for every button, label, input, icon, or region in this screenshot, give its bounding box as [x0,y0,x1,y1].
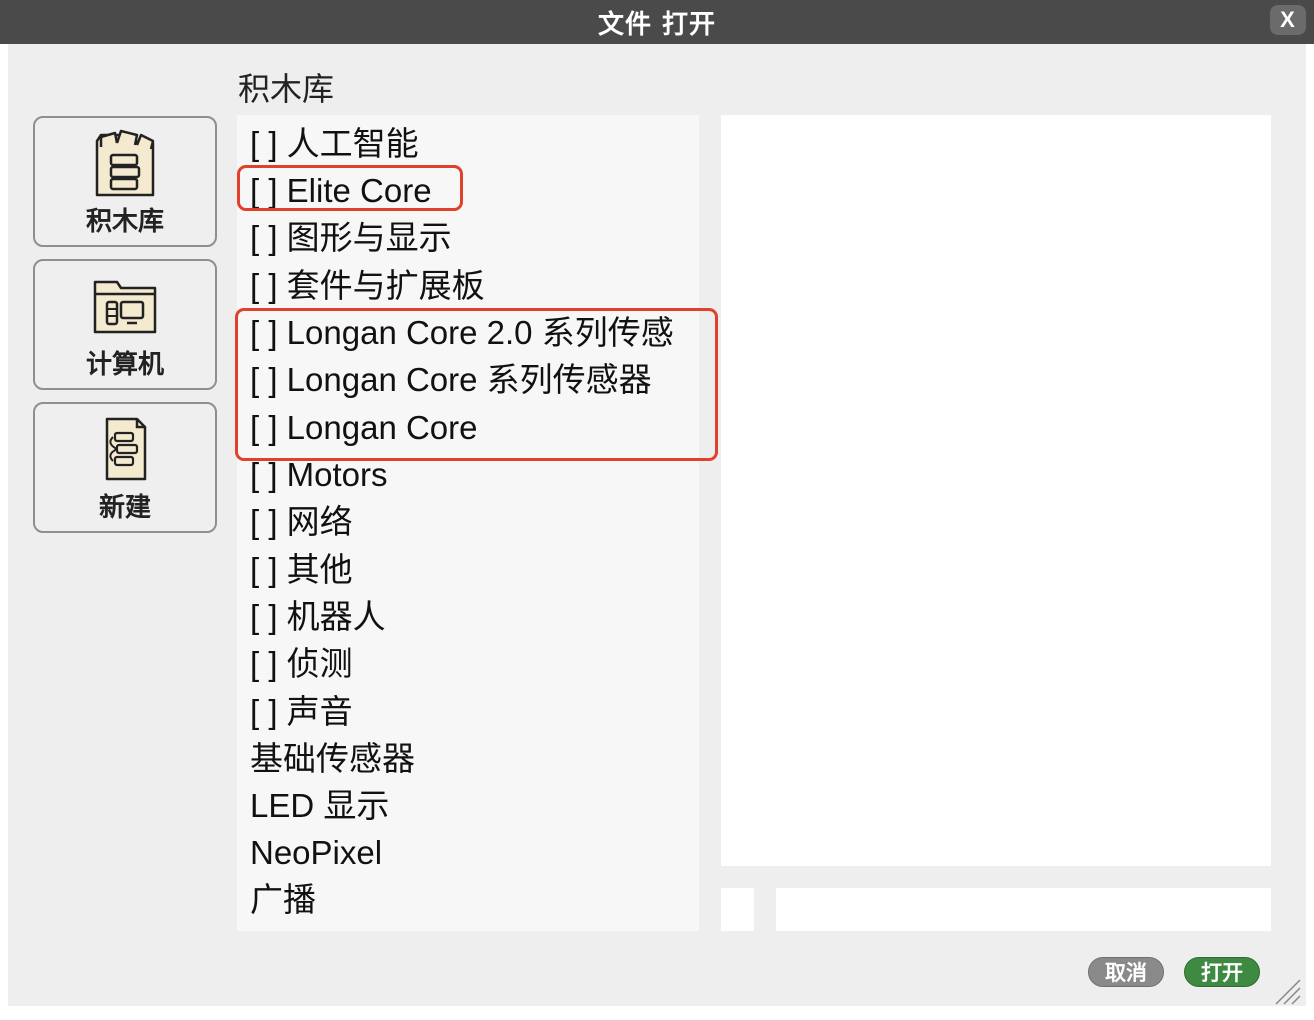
library-item[interactable]: [ ] Motors [250,452,388,498]
dialog-titlebar: 文件 打开 X [0,0,1314,44]
library-item[interactable]: 基础传感器 [250,736,415,782]
filename-prefix-field [721,888,754,931]
library-item[interactable]: [ ] 侦测 [250,641,353,687]
open-button[interactable]: 打开 [1184,957,1260,987]
close-button[interactable]: X [1270,5,1306,35]
cancel-button[interactable]: 取消 [1088,957,1164,987]
library-item[interactable]: LED 显示 [250,783,389,829]
nav-computer-button[interactable]: 计算机 [33,259,217,390]
nav-new-label: 新建 [98,493,151,523]
folder-computer-icon [93,280,157,334]
library-item[interactable]: [ ] 声音 [250,689,353,735]
library-item[interactable]: 广播 [250,877,316,923]
library-item[interactable]: [ ] 图形与显示 [250,215,452,261]
resize-grip-icon[interactable] [1272,978,1302,1006]
library-item[interactable]: [ ] 机器人 [250,594,386,640]
library-list[interactable]: [ ] 人工智能 [ ] Elite Core [ ] 图形与显示 [ ] 套件… [237,115,699,931]
dialog-bottom-edge [0,1006,1314,1020]
dialog-title: 文件 打开 [597,9,717,40]
library-item[interactable]: [ ] 人工智能 [250,121,419,167]
library-item[interactable]: [ ] Longan Core 系列传感器 [250,357,652,403]
library-item[interactable]: [ ] 其他 [250,547,353,593]
blocks-library-icon [95,129,155,197]
nav-library-button[interactable]: 积木库 [33,116,217,247]
nav-computer-label: 计算机 [85,350,164,380]
nav-new-button[interactable]: 新建 [33,402,217,533]
preview-pane [721,115,1271,866]
filename-input[interactable] [776,888,1271,931]
new-document-icon [105,417,147,481]
library-item[interactable]: NeoPixel [250,830,382,876]
library-item[interactable]: [ ] Longan Core [250,405,478,451]
library-item[interactable]: [ ] Longan Core 2.0 系列传感 [250,310,674,356]
library-item[interactable]: [ ] 套件与扩展板 [250,263,485,309]
section-title: 积木库 [238,70,335,108]
file-open-dialog: 文件 打开 X 积木库 计算机 新建 积木库 [] 人工智能 [] Elit… [0,0,1314,1020]
nav-library-label: 积木库 [85,207,164,237]
library-item[interactable]: [ ] Elite Core [250,168,432,214]
library-item[interactable]: [ ] 网络 [250,499,353,545]
